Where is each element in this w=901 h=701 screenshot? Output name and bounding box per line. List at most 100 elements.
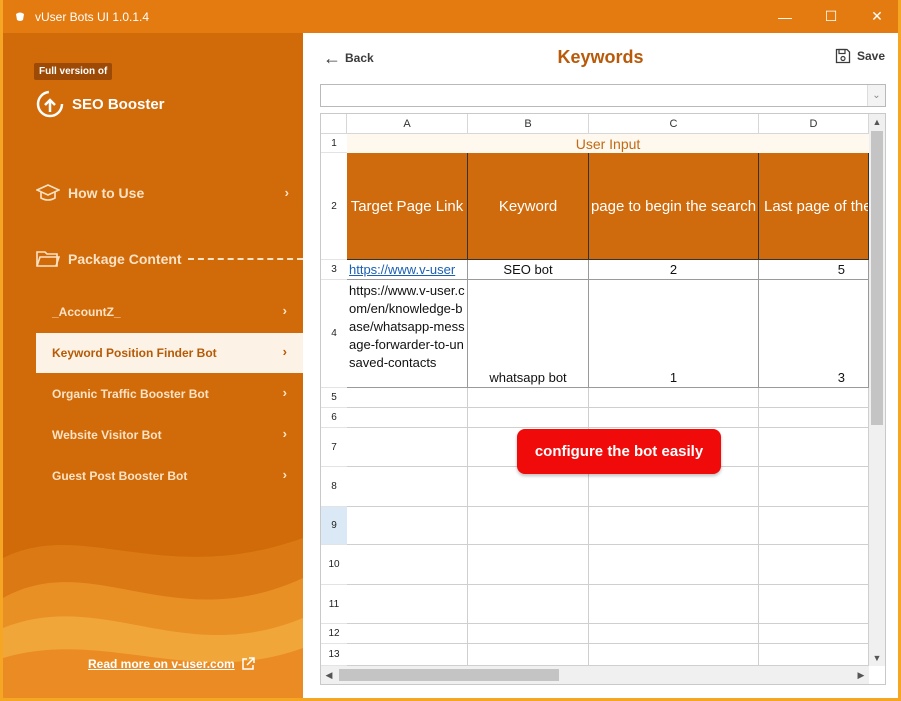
empty-cell[interactable] (347, 507, 468, 545)
maximize-button[interactable]: ☐ (808, 0, 854, 33)
row-header[interactable]: 12 (321, 624, 347, 644)
target-link[interactable]: https://www.v-user (349, 262, 455, 277)
brand: SEO Booster (34, 88, 165, 120)
chevron-right-icon: › (282, 426, 287, 441)
cell-text: 1 (669, 370, 678, 385)
empty-cell[interactable] (759, 644, 869, 666)
empty-cell[interactable] (589, 408, 759, 428)
empty-cell[interactable] (347, 624, 468, 644)
empty-cell[interactable] (468, 507, 589, 545)
empty-cell[interactable] (759, 408, 869, 428)
header-cell-last-page[interactable]: Last page of the (759, 153, 869, 260)
how-to-use-menu[interactable]: How to Use › (36, 183, 303, 203)
sidebar-item-accountz[interactable]: _AccountZ_ › (36, 292, 303, 332)
empty-cell[interactable] (347, 428, 468, 467)
horizontal-scrollbar[interactable]: ◀ ▶ (321, 666, 869, 684)
empty-cell[interactable] (347, 545, 468, 585)
row-header-selected[interactable]: 9 (321, 507, 347, 545)
scroll-up-icon[interactable]: ▲ (869, 114, 885, 130)
empty-cell[interactable] (589, 644, 759, 666)
column-header[interactable]: A (347, 114, 468, 134)
row-header[interactable]: 10 (321, 545, 347, 585)
cell-last-page[interactable]: 5 (759, 260, 869, 280)
close-button[interactable]: ✕ (854, 0, 900, 33)
row-header[interactable]: 8 (321, 467, 347, 507)
window-title: vUser Bots UI 1.0.1.4 (35, 9, 150, 24)
cell-begin-page[interactable]: 2 (589, 260, 759, 280)
row-header[interactable]: 6 (321, 408, 347, 428)
sidebar-item-organic-traffic-booster[interactable]: Organic Traffic Booster Bot › (36, 374, 303, 414)
cell-last-page[interactable]: 3 (759, 280, 869, 388)
empty-cell[interactable] (589, 545, 759, 585)
header-cell-target-page-link[interactable]: Target Page Link (347, 153, 468, 260)
callout-banner: configure the bot easily (517, 429, 721, 474)
save-icon (835, 48, 851, 64)
sidebar-item-label: Organic Traffic Booster Bot (52, 387, 209, 401)
sidebar-item-guest-post-booster[interactable]: Guest Post Booster Bot › (36, 456, 303, 496)
save-button[interactable]: Save (835, 48, 885, 64)
empty-cell[interactable] (589, 388, 759, 408)
row-header[interactable]: 5 (321, 388, 347, 408)
header-cell-begin-page[interactable]: page to begin the search (589, 153, 759, 260)
empty-cell[interactable] (468, 585, 589, 624)
empty-cell[interactable] (759, 388, 869, 408)
chevron-right-icon: › (282, 303, 287, 318)
sidebar-item-keyword-position-finder[interactable]: Keyword Position Finder Bot › (36, 333, 303, 373)
header-cell-label: page to begin the search (590, 197, 757, 215)
scroll-thumb[interactable] (871, 131, 883, 425)
cell-keyword[interactable]: SEO bot (468, 260, 589, 280)
empty-cell[interactable] (589, 585, 759, 624)
empty-cell[interactable] (759, 467, 869, 507)
empty-cell[interactable] (468, 644, 589, 666)
empty-cell[interactable] (759, 624, 869, 644)
column-header[interactable]: B (468, 114, 589, 134)
empty-cell[interactable] (759, 585, 869, 624)
read-more-link[interactable]: Read more on v-user.com (88, 657, 255, 671)
cell-begin-page[interactable]: 1 (589, 280, 759, 388)
user-input-title-cell[interactable]: User Input (347, 134, 869, 153)
empty-cell[interactable] (347, 388, 468, 408)
sheet-selector-dropdown[interactable]: ⌄ (320, 84, 886, 107)
folder-icon (36, 251, 60, 267)
sidebar-item-website-visitor[interactable]: Website Visitor Bot › (36, 415, 303, 455)
empty-cell[interactable] (347, 644, 468, 666)
cell-target-link[interactable]: https://www.v-user (347, 260, 468, 280)
row-header[interactable]: 11 (321, 585, 347, 624)
scroll-left-icon[interactable]: ◀ (321, 666, 337, 684)
vertical-scrollbar[interactable]: ▲ ▼ (869, 114, 885, 666)
column-header[interactable]: D (759, 114, 869, 134)
empty-cell[interactable] (759, 507, 869, 545)
empty-cell[interactable] (468, 388, 589, 408)
scroll-right-icon[interactable]: ▶ (853, 666, 869, 684)
chevron-right-icon: › (282, 344, 287, 359)
cell-target-link[interactable]: https://www.v-user.com/en/knowledge-base… (347, 280, 468, 388)
app-icon (13, 10, 27, 24)
empty-cell[interactable] (759, 428, 869, 467)
empty-cell[interactable] (589, 507, 759, 545)
sidebar-item-label: Keyword Position Finder Bot (52, 346, 217, 360)
row-header[interactable]: 1 (321, 134, 347, 153)
row-header[interactable]: 4 (321, 280, 347, 388)
column-header[interactable]: C (589, 114, 759, 134)
empty-cell[interactable] (468, 545, 589, 585)
row-header[interactable]: 3 (321, 260, 347, 280)
empty-cell[interactable] (468, 408, 589, 428)
empty-cell[interactable] (347, 467, 468, 507)
empty-cell[interactable] (347, 585, 468, 624)
header-cell-keyword[interactable]: Keyword (468, 153, 589, 260)
empty-cell[interactable] (759, 545, 869, 585)
row-header[interactable]: 2 (321, 153, 347, 260)
scroll-thumb[interactable] (339, 669, 559, 681)
empty-cell[interactable] (468, 624, 589, 644)
scroll-down-icon[interactable]: ▼ (869, 650, 885, 666)
sidebar-item-label: Website Visitor Bot (52, 428, 162, 442)
minimize-button[interactable]: — (762, 0, 808, 33)
empty-cell[interactable] (589, 624, 759, 644)
chevron-right-icon: › (282, 385, 287, 400)
cell-keyword[interactable]: whatsapp bot (468, 280, 589, 388)
row-header[interactable]: 13 (321, 644, 347, 666)
spreadsheet[interactable]: A B C D 1 2 3 4 5 6 7 8 9 10 11 12 13 Us… (320, 113, 886, 685)
chevron-right-icon: › (282, 467, 287, 482)
empty-cell[interactable] (347, 408, 468, 428)
row-header[interactable]: 7 (321, 428, 347, 467)
